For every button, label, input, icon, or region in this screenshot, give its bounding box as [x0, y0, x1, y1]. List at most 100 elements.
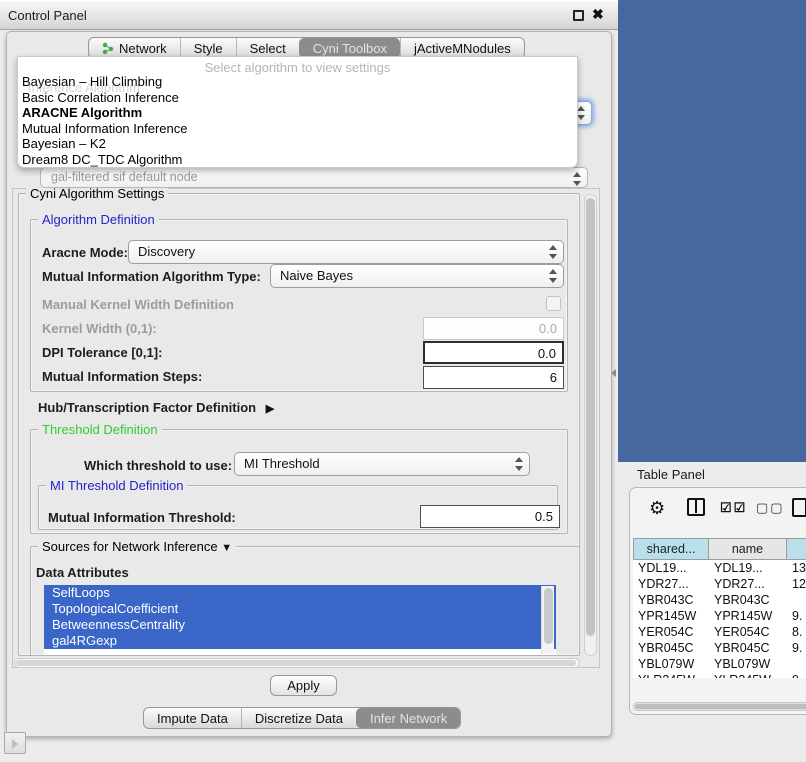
cyni-algorithm-settings-title: Cyni Algorithm Settings: [26, 186, 168, 201]
gear-icon[interactable]: ⚙: [649, 498, 665, 518]
stepper-arrows-icon: [549, 245, 558, 259]
table-panel: Table Panel ⚙ ☑☑ ▢▢ shared...nameA YDL19…: [618, 462, 806, 762]
desktop-background: GALGAL80GAL10GAL1GAL11SWI4GAL4GCY1HAP4YH…: [618, 0, 806, 462]
table-row[interactable]: YBL079WYBL079W: [633, 656, 806, 672]
settings-vertical-scrollbar[interactable]: [584, 194, 597, 656]
scrollbar-thumb[interactable]: [586, 198, 595, 636]
tab-label: Network: [119, 41, 167, 56]
table-cell: 12: [787, 576, 806, 592]
table-cell: YBR045C: [633, 640, 709, 656]
scrollbar-thumb[interactable]: [16, 660, 576, 666]
screen: Control Panel ✖ Network Style Select Cyni T…: [0, 0, 806, 762]
table-cell: YPR145W: [709, 608, 787, 624]
tab-network[interactable]: Network: [89, 38, 180, 58]
tab-cyni-toolbox[interactable]: Cyni Toolbox: [299, 38, 400, 58]
mi-type-combo[interactable]: Naive Bayes: [270, 264, 564, 288]
panel-collapse-arrow-icon[interactable]: [611, 369, 616, 377]
table-horizontal-scrollbar[interactable]: [633, 702, 806, 711]
sources-group-toggle[interactable]: Sources for Network Inference ▼: [38, 539, 236, 554]
threshold-definition-title: Threshold Definition: [38, 422, 162, 437]
mi-threshold-field[interactable]: 0.5: [420, 505, 560, 528]
collapsed-panel-icon[interactable]: [4, 732, 26, 754]
algorithm-option[interactable]: ARACNE Algorithm: [22, 105, 573, 121]
inference-algorithm-ghost-title: Inference Algorithm: [28, 80, 140, 95]
hub-section-toggle[interactable]: Hub/Transcription Factor Definition ▶: [38, 400, 274, 415]
control-panel-titlebar: Control Panel ✖: [0, 0, 618, 30]
attributes-scrollbar[interactable]: [541, 586, 554, 654]
algorithm-dropdown-popup: Select algorithm to view settings Bayesi…: [17, 56, 578, 168]
deselect-all-icon[interactable]: ▢▢: [756, 498, 785, 518]
tab-label: Infer Network: [370, 711, 447, 726]
tab-select[interactable]: Select: [236, 38, 299, 58]
bottom-tabs: Impute Data Discretize Data Infer Network: [143, 707, 461, 729]
table-cell: YDL19...: [633, 560, 709, 576]
attribute-item[interactable]: SelfLoops: [44, 585, 556, 601]
columns-icon[interactable]: [687, 498, 705, 516]
select-all-icon[interactable]: ☑☑: [720, 498, 747, 518]
table-cell: 9.: [787, 672, 806, 678]
tab-label: Style: [194, 41, 223, 56]
table-row[interactable]: YDR27...YDR27...12: [633, 576, 806, 592]
tab-infer-network[interactable]: Infer Network: [356, 708, 460, 728]
settings-horizontal-scrollbar[interactable]: [14, 658, 580, 668]
mi-threshold-label: Mutual Information Threshold:: [48, 510, 236, 525]
apply-button[interactable]: Apply: [270, 675, 337, 696]
column-header-shared[interactable]: shared...: [633, 538, 709, 560]
tab-label: Cyni Toolbox: [313, 41, 387, 56]
attribute-item[interactable]: TopologicalCoefficient: [44, 601, 556, 617]
table-cell: YLR345W: [633, 672, 709, 678]
kernel-width-field[interactable]: 0.0: [423, 317, 564, 340]
table-cell: 8.: [787, 624, 806, 640]
mi-type-label: Mutual Information Algorithm Type:: [42, 269, 261, 284]
algorithm-option[interactable]: Bayesian – K2: [22, 136, 573, 152]
dpi-tolerance-field[interactable]: 0.0: [423, 341, 564, 364]
which-threshold-label: Which threshold to use:: [84, 458, 232, 473]
table-cell: YBR045C: [709, 640, 787, 656]
table-row[interactable]: YBR043CYBR043C: [633, 592, 806, 608]
table-row[interactable]: YER054CYER054C8.: [633, 624, 806, 640]
network-selector-combo[interactable]: gal-filtered sif default node: [40, 167, 588, 188]
aracne-mode-combo[interactable]: Discovery: [128, 240, 564, 264]
tab-discretize-data[interactable]: Discretize Data: [241, 708, 356, 728]
tab-style[interactable]: Style: [180, 38, 236, 58]
table-cell: YER054C: [709, 624, 787, 640]
stepper-arrows-icon: [573, 172, 582, 186]
table-row[interactable]: YBR045CYBR045C9.: [633, 640, 806, 656]
mi-steps-field[interactable]: 6: [423, 366, 564, 389]
table-cell: YLR345W: [709, 672, 787, 678]
column-header-name[interactable]: name: [709, 538, 787, 560]
manual-kernel-checkbox[interactable]: [546, 296, 561, 311]
table-row[interactable]: YLR345WYLR345W9.: [633, 672, 806, 678]
scrollbar-thumb[interactable]: [544, 588, 553, 644]
table-cell: [787, 656, 806, 672]
aracne-mode-value: Discovery: [138, 244, 195, 259]
table-cell: YDR27...: [633, 576, 709, 592]
stepper-arrows-icon: [577, 106, 586, 120]
algorithm-option[interactable]: Dream8 DC_TDC Algorithm: [22, 152, 573, 168]
which-threshold-combo[interactable]: MI Threshold: [234, 452, 530, 476]
algorithm-option[interactable]: Mutual Information Inference: [22, 121, 573, 137]
mi-steps-label: Mutual Information Steps:: [42, 369, 202, 384]
kernel-width-label: Kernel Width (0,1):: [42, 321, 157, 336]
tab-label: Select: [250, 41, 286, 56]
scrollbar-thumb[interactable]: [635, 704, 806, 709]
table-rows: YDL19...YDL19...13YDR27...YDR27...12YBR0…: [633, 560, 806, 678]
attribute-item[interactable]: gal4RGexp: [44, 633, 556, 649]
table-row[interactable]: YPR145WYPR145W9.: [633, 608, 806, 624]
tab-jactivemnodules[interactable]: jActiveMNodules: [400, 38, 524, 58]
network-selector-value: gal-filtered sif default node: [51, 170, 198, 184]
close-icon[interactable]: ✖: [592, 6, 604, 23]
float-window-icon[interactable]: [573, 10, 584, 21]
tab-label: Discretize Data: [255, 711, 343, 726]
column-header-A[interactable]: A: [787, 538, 806, 560]
table-row[interactable]: YDL19...YDL19...13: [633, 560, 806, 576]
table-cell: YDR27...: [709, 576, 787, 592]
table-cell: YBR043C: [709, 592, 787, 608]
tab-label: jActiveMNodules: [414, 41, 511, 56]
table-panel-inner: ⚙ ☑☑ ▢▢ shared...nameA YDL19...YDL19...1…: [629, 487, 806, 715]
file-icon[interactable]: [792, 498, 806, 517]
tab-impute-data[interactable]: Impute Data: [144, 708, 241, 728]
which-threshold-value: MI Threshold: [244, 456, 320, 471]
table-header-row: shared...nameA: [633, 538, 806, 560]
attribute-item[interactable]: BetweennessCentrality: [44, 617, 556, 633]
